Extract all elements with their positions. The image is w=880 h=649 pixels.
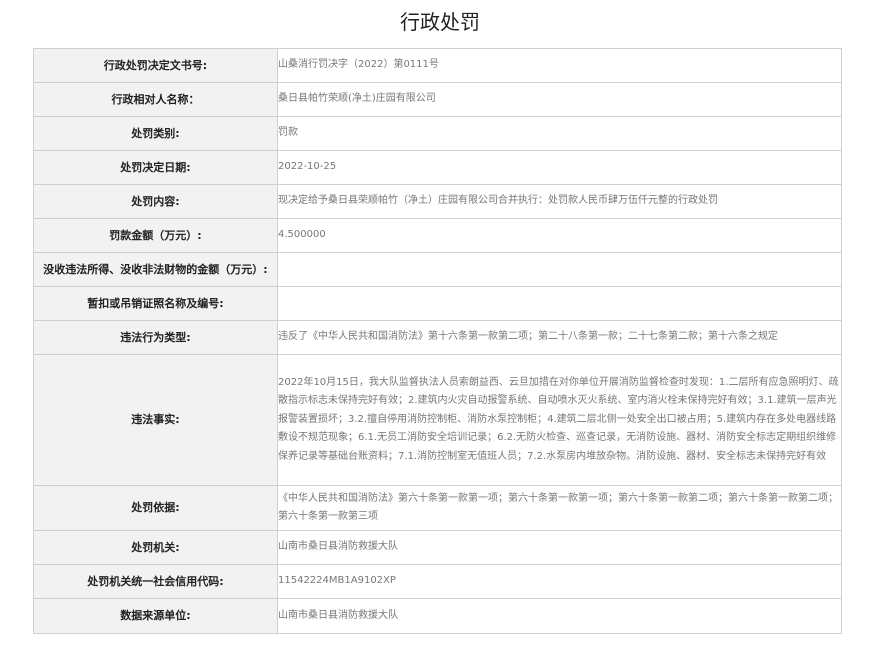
- row-penalty-category: 处罚类别: 罚款: [33, 116, 842, 151]
- violation-type-label: 违法行为类型:: [33, 320, 278, 355]
- decision-number-label: 行政处罚决定文书号:: [33, 48, 278, 83]
- license-revocation-label: 暂扣或吊销证照名称及编号:: [33, 286, 278, 321]
- penalty-record-table: 行政处罚决定文书号: 山桑消行罚决字（2022）第0111号 行政相对人名称： …: [33, 48, 842, 634]
- violation-type-value: 违反了《中华人民共和国消防法》第十六条第一款第二项；第二十八条第一款；二十七条第…: [277, 320, 842, 355]
- license-revocation-value: [277, 286, 842, 321]
- row-decision-number: 行政处罚决定文书号: 山桑消行罚决字（2022）第0111号: [33, 48, 842, 83]
- row-fine-amount: 罚款金额（万元）: 4.500000: [33, 218, 842, 253]
- counterparty-name-label: 行政相对人名称：: [33, 82, 278, 117]
- counterparty-name-value: 桑日县帕竹荣顺(净土)庄园有限公司: [277, 82, 842, 117]
- fine-amount-label: 罚款金额（万元）:: [33, 218, 278, 253]
- penalty-authority-value: 山南市桑日县消防救援大队: [277, 530, 842, 565]
- row-confiscation-amount: 没收违法所得、没收非法财物的金额（万元）:: [33, 252, 842, 287]
- page-title: 行政处罚: [400, 10, 480, 34]
- penalty-category-label: 处罚类别:: [33, 116, 278, 151]
- violation-facts-label: 违法事实:: [33, 354, 278, 486]
- decision-number-value: 山桑消行罚决字（2022）第0111号: [277, 48, 842, 83]
- row-violation-facts: 违法事实: 2022年10月15日，我大队监督执法人员索朗益西、云旦加措在对你单…: [33, 354, 842, 486]
- row-penalty-authority: 处罚机关: 山南市桑日县消防救援大队: [33, 530, 842, 565]
- credit-code-label: 处罚机关统一社会信用代码:: [33, 564, 278, 599]
- row-penalty-basis: 处罚依据: 《中华人民共和国消防法》第六十条第一款第一项；第六十条第一款第一项；…: [33, 485, 842, 531]
- data-source-value: 山南市桑日县消防救援大队: [277, 598, 842, 634]
- row-counterparty-name: 行政相对人名称： 桑日县帕竹荣顺(净土)庄园有限公司: [33, 82, 842, 117]
- data-source-label: 数据来源单位:: [33, 598, 278, 634]
- penalty-content-value: 现决定给予桑日县荣顺帕竹（净土）庄园有限公司合并执行：处罚款人民币肆万伍仟元整的…: [277, 184, 842, 219]
- row-violation-type: 违法行为类型: 违反了《中华人民共和国消防法》第十六条第一款第二项；第二十八条第…: [33, 320, 842, 355]
- confiscation-amount-label: 没收违法所得、没收非法财物的金额（万元）:: [33, 252, 278, 287]
- penalty-category-value: 罚款: [277, 116, 842, 151]
- penalty-authority-label: 处罚机关:: [33, 530, 278, 565]
- decision-date-label: 处罚决定日期:: [33, 150, 278, 185]
- penalty-basis-value: 《中华人民共和国消防法》第六十条第一款第一项；第六十条第一款第一项；第六十条第一…: [277, 485, 842, 531]
- row-credit-code: 处罚机关统一社会信用代码: 11542224MB1A9102XP: [33, 564, 842, 599]
- credit-code-value: 11542224MB1A9102XP: [277, 564, 842, 599]
- row-decision-date: 处罚决定日期: 2022-10-25: [33, 150, 842, 185]
- confiscation-amount-value: [277, 252, 842, 287]
- row-penalty-content: 处罚内容: 现决定给予桑日县荣顺帕竹（净土）庄园有限公司合并执行：处罚款人民币肆…: [33, 184, 842, 219]
- violation-facts-value: 2022年10月15日，我大队监督执法人员索朗益西、云旦加措在对你单位开展消防监…: [277, 354, 842, 486]
- decision-date-value: 2022-10-25: [277, 150, 842, 185]
- fine-amount-value: 4.500000: [277, 218, 842, 253]
- row-data-source: 数据来源单位: 山南市桑日县消防救援大队: [33, 598, 842, 634]
- penalty-basis-label: 处罚依据:: [33, 485, 278, 531]
- row-license-revocation: 暂扣或吊销证照名称及编号:: [33, 286, 842, 321]
- penalty-content-label: 处罚内容:: [33, 184, 278, 219]
